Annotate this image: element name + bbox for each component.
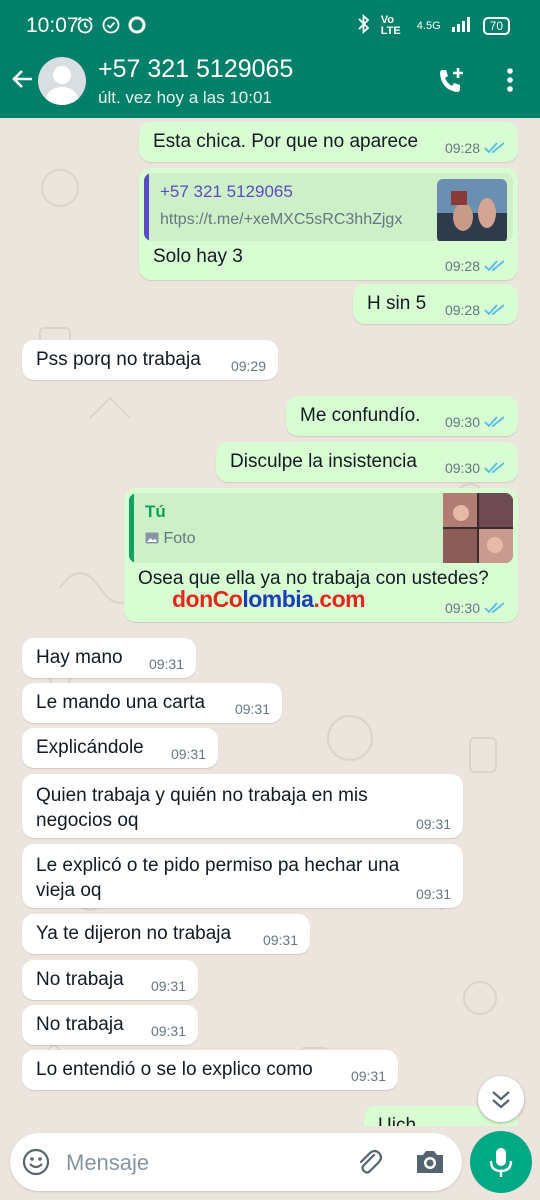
message-incoming[interactable]: Le mando una carta 09:31 xyxy=(22,683,282,723)
contact-name[interactable]: +57 321 5129065 xyxy=(98,55,293,84)
volte-label: Vo LTE xyxy=(380,13,401,37)
read-ticks-icon xyxy=(484,602,505,614)
message-outgoing[interactable]: Esta chica. Por que no aparece 09:28 xyxy=(139,122,518,162)
message-link-preview[interactable]: +57 321 5129065 https://t.me/+xeMXC5sRC3… xyxy=(139,168,518,280)
read-ticks-icon xyxy=(484,304,505,316)
message-time: 09:31 xyxy=(150,978,186,994)
message-time: 09:30 xyxy=(444,600,480,616)
quoted-photo-thumbnail xyxy=(443,493,513,563)
contact-avatar[interactable] xyxy=(38,57,86,105)
message-incoming[interactable]: Pss porq no trabaja 09:29 xyxy=(22,340,278,380)
chat-area[interactable]: Esta chica. Por que no aparece 09:28 +57… xyxy=(0,118,540,1126)
link-preview-title: +57 321 5129065 xyxy=(160,182,293,201)
status-time: 10:07 xyxy=(26,14,79,37)
alarm-icon xyxy=(76,16,94,39)
message-incoming[interactable]: No trabaja 09:31 xyxy=(22,1005,198,1045)
message-input[interactable]: Mensaje xyxy=(66,1150,149,1176)
message-incoming[interactable]: Ya te dijeron no trabaja 09:31 xyxy=(22,914,310,954)
more-options-icon[interactable] xyxy=(498,66,522,101)
watermark-text: donColombia.com xyxy=(172,586,366,612)
photo-icon xyxy=(145,532,159,544)
message-time: 09:31 xyxy=(234,701,270,717)
last-seen: últ. vez hoy a las 10:01 xyxy=(98,88,272,107)
check-circle-icon xyxy=(102,16,120,39)
link-preview-card[interactable]: +57 321 5129065 https://t.me/+xeMXC5sRC3… xyxy=(144,173,513,241)
signal-icon xyxy=(451,16,473,35)
message-outgoing[interactable]: Disculpe la insistencia 09:30 xyxy=(216,442,518,482)
message-time: 09:31 xyxy=(415,886,451,902)
emoji-icon[interactable] xyxy=(22,1148,50,1181)
message-time: 09:29 xyxy=(230,358,266,374)
add-call-icon[interactable] xyxy=(436,66,466,101)
message-outgoing[interactable]: Me confundío. 09:30 xyxy=(286,396,518,436)
read-ticks-icon xyxy=(484,462,505,474)
network-label: 4.5G xyxy=(416,19,441,32)
message-incoming[interactable]: Hay mano 09:31 xyxy=(22,638,196,678)
message-outgoing[interactable]: H sin 5 09:28 xyxy=(353,284,518,324)
status-right-icons: Vo LTE 4.5G 70 xyxy=(357,13,510,37)
scroll-to-bottom-button[interactable] xyxy=(478,1076,524,1122)
message-incoming[interactable]: No trabaja 09:31 xyxy=(22,960,198,1000)
message-time: 09:31 xyxy=(415,816,451,832)
message-composer[interactable]: Mensaje xyxy=(10,1133,462,1191)
message-incoming[interactable]: Quien trabaja y quién no trabaja en mis … xyxy=(22,774,463,838)
status-bar: 10:07 Vo LTE 4.5G 70 xyxy=(0,0,540,52)
message-time: 09:31 xyxy=(150,1023,186,1039)
ring-icon xyxy=(128,16,146,39)
message-time: 09:31 xyxy=(148,656,184,672)
message-time: 09:31 xyxy=(262,932,298,948)
link-preview-url: https://t.me/+xeMXC5sRC3hhZjgx xyxy=(160,211,403,228)
message-time: 09:31 xyxy=(350,1068,386,1084)
status-left-icons xyxy=(76,16,146,39)
camera-icon[interactable] xyxy=(414,1147,446,1182)
chat-header: +57 321 5129065 últ. vez hoy a las 10:01 xyxy=(0,52,540,118)
message-incoming[interactable]: Le explicó o te pido permiso pa hechar u… xyxy=(22,844,463,908)
read-ticks-icon xyxy=(484,142,505,154)
quoted-type: Foto xyxy=(163,530,196,547)
mic-button[interactable] xyxy=(470,1131,532,1193)
message-time: 09:28 xyxy=(444,140,480,156)
read-ticks-icon xyxy=(484,260,505,272)
message-time: 09:30 xyxy=(444,414,480,430)
back-arrow-icon[interactable] xyxy=(10,66,36,97)
quoted-author: Tú xyxy=(145,502,166,521)
quoted-message[interactable]: Tú Foto xyxy=(129,493,513,563)
double-chevron-down-icon xyxy=(492,1091,510,1109)
link-preview-thumbnail xyxy=(437,179,507,241)
message-time: 09:28 xyxy=(444,302,480,318)
message-time: 09:30 xyxy=(444,460,480,476)
message-incoming[interactable]: Explicándole 09:31 xyxy=(22,728,218,768)
battery-indicator: 70 xyxy=(482,16,510,35)
attach-icon[interactable] xyxy=(354,1147,384,1182)
message-time: 09:28 xyxy=(444,258,480,274)
read-ticks-icon xyxy=(484,416,505,428)
mic-icon xyxy=(489,1148,513,1177)
bluetooth-icon xyxy=(357,13,371,37)
message-time: 09:31 xyxy=(170,746,206,762)
message-incoming[interactable]: Lo entendió o se lo explico como 09:31 xyxy=(22,1050,398,1090)
